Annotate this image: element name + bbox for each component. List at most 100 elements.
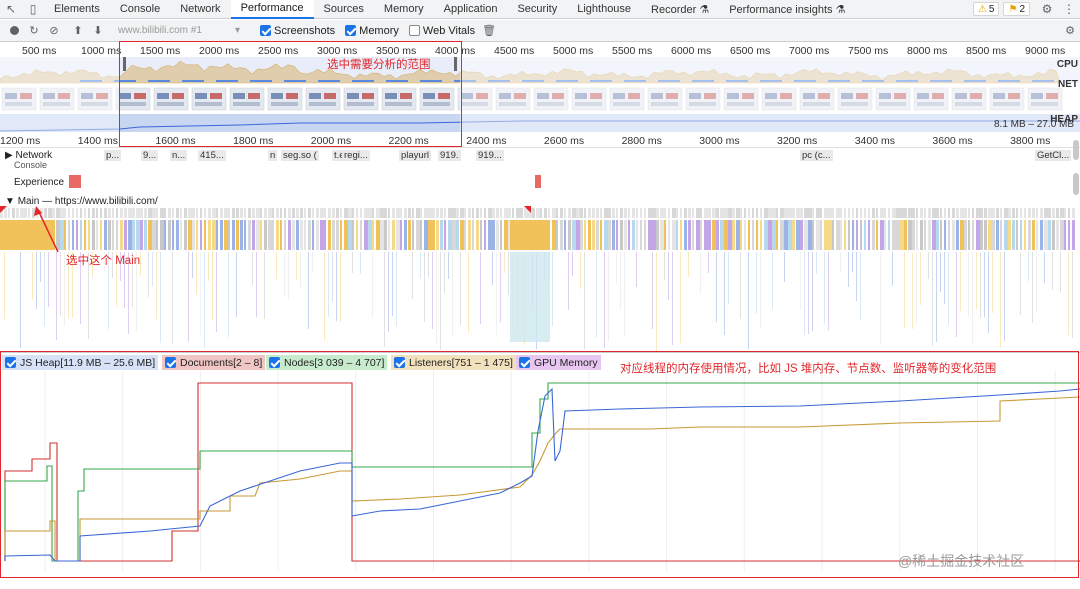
call-frame[interactable] [200,252,201,335]
call-frame[interactable] [204,220,206,250]
task-block[interactable] [644,208,646,218]
call-frame[interactable] [332,252,333,302]
call-frame[interactable] [604,220,608,250]
task-block[interactable] [852,208,854,218]
call-frame[interactable] [224,220,228,250]
call-frame[interactable] [748,252,749,349]
task-block[interactable] [788,208,792,218]
web-vitals-checkbox[interactable]: Web Vitals [408,25,475,37]
task-block[interactable] [192,208,195,218]
call-frame[interactable] [404,220,407,250]
device-toolbar-icon[interactable]: ▯ [22,0,44,19]
task-block[interactable] [1028,208,1031,218]
call-frame[interactable] [148,252,149,297]
call-frame[interactable] [760,220,762,250]
task-block[interactable] [168,208,171,218]
task-block[interactable] [216,208,218,218]
task-block[interactable] [196,208,198,218]
call-frame[interactable] [1040,220,1043,250]
call-frame[interactable] [596,220,599,250]
call-frame[interactable] [880,252,881,345]
task-block[interactable] [756,208,758,218]
call-frame[interactable] [648,220,652,250]
task-block[interactable] [784,208,788,218]
call-frame[interactable] [680,220,682,250]
task-block[interactable] [348,208,352,218]
task-block[interactable] [548,208,550,218]
call-frame[interactable] [584,220,586,250]
task-block[interactable] [552,208,556,218]
task-block[interactable] [724,208,728,218]
task-block[interactable] [828,208,832,218]
task-block[interactable] [592,208,595,218]
call-frame[interactable] [84,220,86,250]
clear-button[interactable]: ⊘ [44,21,64,41]
call-frame[interactable] [340,220,342,250]
task-block[interactable] [104,208,107,218]
task-block[interactable] [952,208,955,218]
task-block[interactable] [1056,208,1059,218]
call-frame[interactable] [432,220,435,250]
call-frame[interactable] [772,252,773,309]
task-block[interactable] [392,208,395,218]
call-frame[interactable] [824,252,825,324]
call-frame[interactable] [148,220,152,250]
call-frame[interactable] [740,220,742,250]
task-block[interactable] [416,208,420,218]
task-block[interactable] [128,208,132,218]
call-frame[interactable] [996,220,999,250]
call-frame[interactable] [288,252,289,300]
call-frame[interactable] [632,220,635,250]
call-frame[interactable] [792,220,795,250]
task-block[interactable] [912,208,915,218]
call-frame[interactable] [604,252,605,348]
call-frame[interactable] [312,220,314,250]
call-frame[interactable] [352,252,353,273]
task-block[interactable] [464,208,466,218]
task-block[interactable] [676,208,678,218]
call-frame[interactable] [948,252,949,325]
call-frame[interactable] [1024,220,1026,250]
call-frame[interactable] [772,220,776,250]
call-frame[interactable] [400,220,402,250]
task-block[interactable] [264,208,267,218]
call-frame[interactable] [464,220,466,250]
task-block[interactable] [944,208,946,218]
call-frame[interactable] [884,220,886,250]
task-block[interactable] [1060,208,1064,218]
task-block[interactable] [584,208,586,218]
scrollbar-thumb[interactable] [1073,140,1079,160]
task-block[interactable] [116,208,118,218]
task-block[interactable] [1000,208,1002,218]
call-frame[interactable] [324,220,326,250]
call-frame[interactable] [284,252,285,296]
task-block[interactable] [172,208,174,218]
task-block[interactable] [316,208,319,218]
recording-select[interactable]: www.bilibili.com #1 ▾ [114,23,244,39]
call-frame[interactable] [384,252,385,347]
call-frame[interactable] [204,252,205,348]
task-block[interactable] [280,208,282,218]
task-block[interactable] [576,208,580,218]
task-block[interactable] [180,208,182,218]
tab-network[interactable]: Network [170,0,230,19]
call-frame[interactable] [408,220,411,250]
call-frame[interactable] [1028,220,1031,250]
task-block[interactable] [656,208,659,218]
call-frame[interactable] [860,220,862,250]
call-frame[interactable] [660,220,664,250]
call-frame[interactable] [504,220,508,250]
task-block[interactable] [200,208,202,218]
call-frame[interactable] [424,252,425,322]
call-frame[interactable] [856,220,858,250]
task-block[interactable] [596,208,599,218]
task-block[interactable] [472,208,474,218]
call-frame[interactable] [624,252,625,336]
task-block[interactable] [148,208,152,218]
call-frame[interactable] [572,220,576,250]
call-frame[interactable] [784,252,785,282]
call-frame[interactable] [1016,220,1018,250]
call-frame[interactable] [872,220,875,250]
call-frame[interactable] [700,220,702,250]
call-frame[interactable] [36,252,37,309]
